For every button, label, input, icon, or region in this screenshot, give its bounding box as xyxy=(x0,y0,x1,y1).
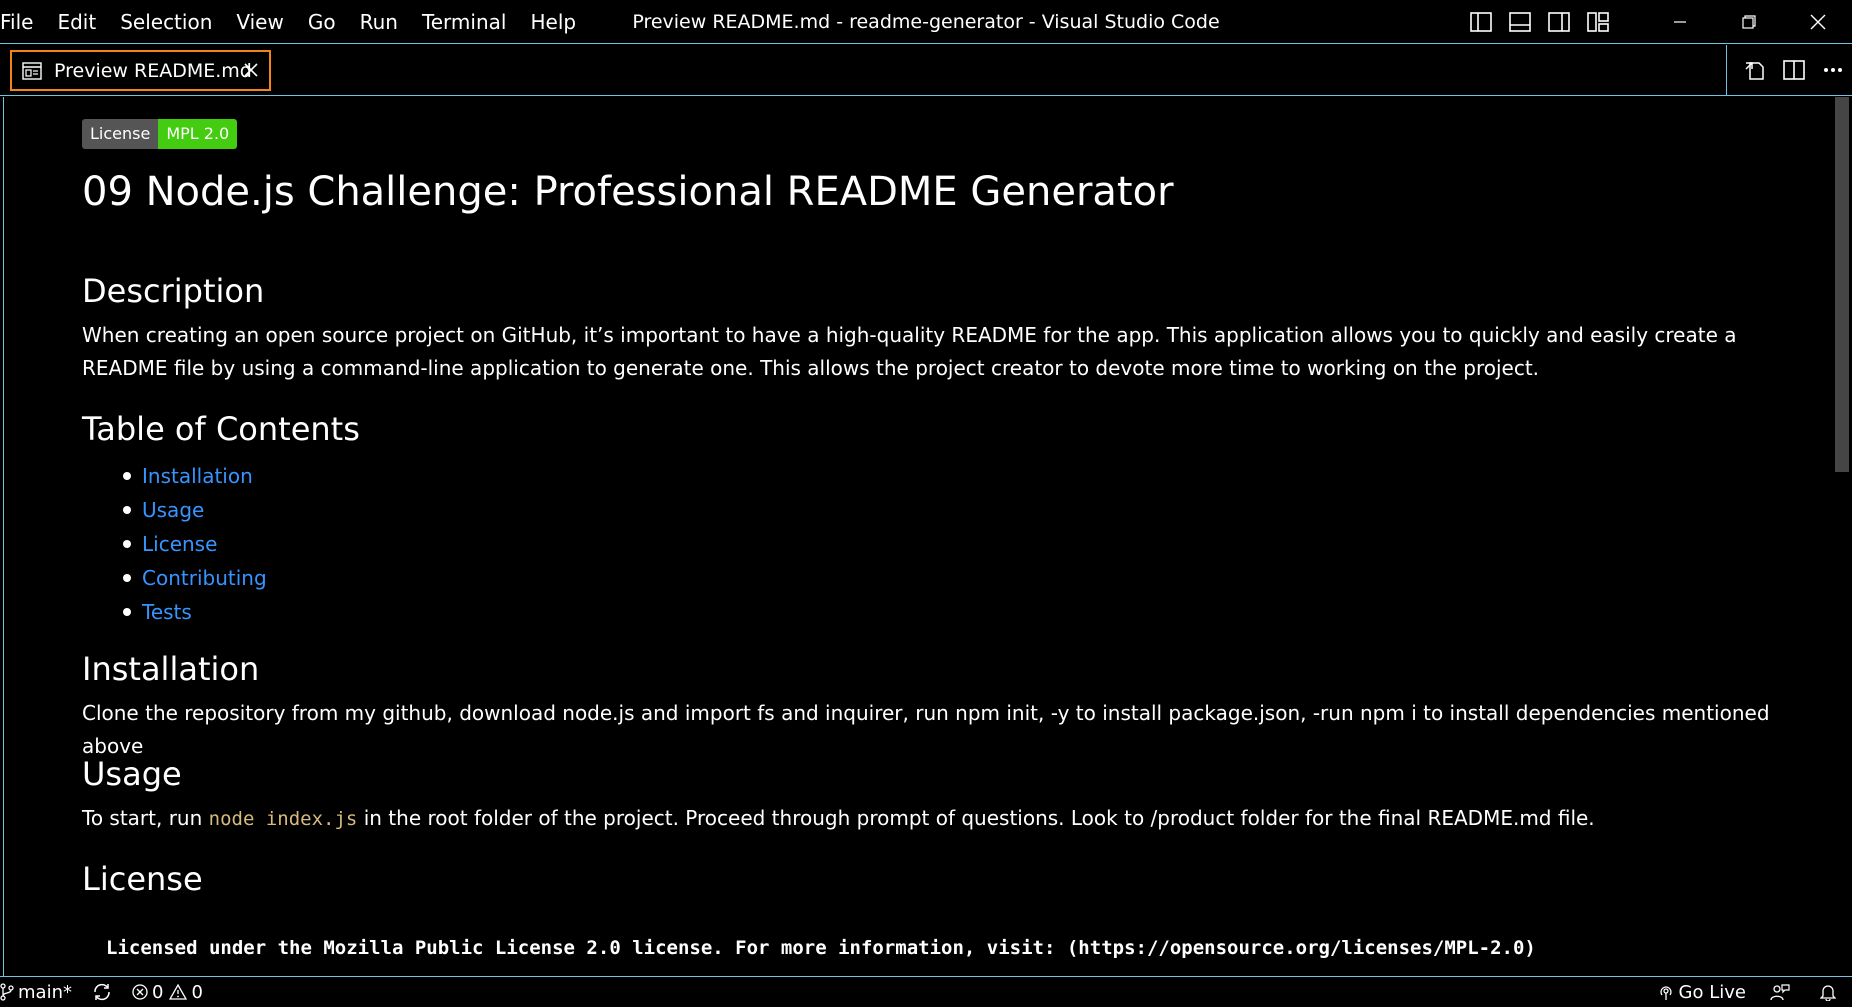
toc-link-installation[interactable]: Installation xyxy=(142,464,253,488)
panel-bottom-icon xyxy=(1508,12,1531,32)
page-title: 09 Node.js Challenge: Professional READM… xyxy=(82,169,1174,215)
license-badge[interactable]: License MPL 2.0 xyxy=(82,119,238,149)
toc-link-tests[interactable]: Tests xyxy=(142,600,192,624)
more-actions-button[interactable] xyxy=(1813,45,1852,95)
list-item: Tests xyxy=(82,595,267,629)
menu-edit[interactable]: Edit xyxy=(45,10,108,34)
menu-view[interactable]: View xyxy=(224,10,295,34)
feedback-button[interactable] xyxy=(1756,977,1804,1007)
usage-text: To start, run node index.js in the root … xyxy=(82,802,1772,836)
list-item: License xyxy=(82,527,267,561)
toggle-panel-button[interactable] xyxy=(1500,0,1539,44)
installation-text: Clone the repository from my github, dow… xyxy=(82,701,1770,758)
toc-link-usage[interactable]: Usage xyxy=(142,498,204,522)
status-bar: main* 0 0 Go Live xyxy=(0,976,1852,1007)
toggle-secondary-sidebar-button[interactable] xyxy=(1539,0,1578,44)
tab-bar: Preview README.md xyxy=(0,45,1852,96)
menu-help[interactable]: Help xyxy=(518,10,588,34)
sync-button[interactable] xyxy=(82,977,122,1007)
ellipsis-icon xyxy=(1823,68,1842,72)
description-heading: Description xyxy=(82,272,265,310)
toc-heading: Table of Contents xyxy=(82,410,360,448)
license-code-block: Licensed under the Mozilla Public Licens… xyxy=(106,937,1536,959)
close-icon xyxy=(1810,14,1825,30)
tab-close-button[interactable] xyxy=(243,62,259,78)
toggle-primary-sidebar-button[interactable] xyxy=(1461,0,1500,44)
usage-inline-code: node index.js xyxy=(208,808,358,830)
layout-icon xyxy=(1586,12,1609,32)
usage-heading: Usage xyxy=(82,755,182,793)
go-live-button[interactable]: Go Live xyxy=(1647,977,1756,1007)
toc-link-contributing[interactable]: Contributing xyxy=(142,566,267,590)
menu-bar: File Edit Selection View Go Run Terminal… xyxy=(0,0,588,44)
sync-icon xyxy=(94,983,110,1001)
toc-link-license[interactable]: License xyxy=(142,532,217,556)
minimize-button[interactable] xyxy=(1645,0,1714,44)
list-item: Usage xyxy=(82,493,267,527)
menu-run[interactable]: Run xyxy=(348,10,410,34)
feedback-icon xyxy=(1770,984,1790,1001)
menu-terminal[interactable]: Terminal xyxy=(410,10,519,34)
description-text: When creating an open source project on … xyxy=(82,323,1737,380)
error-icon xyxy=(132,984,148,1000)
badge-value: MPL 2.0 xyxy=(158,119,238,149)
menu-file[interactable]: File xyxy=(0,10,45,34)
editor-actions xyxy=(1726,45,1852,95)
badge-label: License xyxy=(82,119,159,149)
tab-preview-readme[interactable]: Preview README.md xyxy=(10,50,271,91)
close-icon xyxy=(244,63,258,77)
bell-icon xyxy=(1820,985,1836,1001)
tab-label: Preview README.md xyxy=(54,59,252,82)
notifications-button[interactable] xyxy=(1804,977,1852,1007)
broadcast-icon xyxy=(1659,986,1672,1000)
restore-button[interactable] xyxy=(1714,0,1783,44)
customize-layout-button[interactable] xyxy=(1578,0,1617,44)
sidebar-right-icon xyxy=(1547,12,1570,32)
sidebar-left-icon xyxy=(1469,12,1492,32)
restore-icon xyxy=(1741,15,1756,29)
license-heading: License xyxy=(82,860,203,898)
open-source-icon xyxy=(1744,62,1764,80)
menu-selection[interactable]: Selection xyxy=(108,10,224,34)
git-branch-icon xyxy=(0,983,14,1001)
open-source-button[interactable] xyxy=(1735,45,1774,95)
warning-count: 0 xyxy=(191,981,203,1003)
preview-icon xyxy=(22,61,42,80)
list-item: Installation xyxy=(82,459,267,493)
close-window-button[interactable] xyxy=(1783,0,1852,44)
branch-indicator[interactable]: main* xyxy=(0,977,82,1007)
vertical-scrollbar[interactable] xyxy=(1835,97,1849,472)
installation-heading: Installation xyxy=(82,650,260,688)
toc-list: Installation Usage License Contributing … xyxy=(82,459,267,629)
usage-text-after: in the root folder of the project. Proce… xyxy=(357,806,1595,830)
list-item: Contributing xyxy=(82,561,267,595)
problems-indicator[interactable]: 0 0 xyxy=(122,977,213,1007)
window-controls xyxy=(1461,0,1852,44)
usage-text-before: To start, run xyxy=(82,806,209,830)
minimize-icon xyxy=(1673,21,1686,23)
error-count: 0 xyxy=(151,981,164,1003)
split-editor-icon xyxy=(1782,60,1805,80)
split-editor-button[interactable] xyxy=(1774,45,1813,95)
branch-name: main* xyxy=(18,981,72,1003)
menu-go[interactable]: Go xyxy=(296,10,348,34)
markdown-preview-pane[interactable]: License MPL 2.0 09 Node.js Challenge: Pr… xyxy=(3,97,1849,976)
warning-icon xyxy=(169,984,188,1000)
go-live-label: Go Live xyxy=(1678,981,1746,1003)
title-bar: File Edit Selection View Go Run Terminal… xyxy=(0,0,1852,44)
